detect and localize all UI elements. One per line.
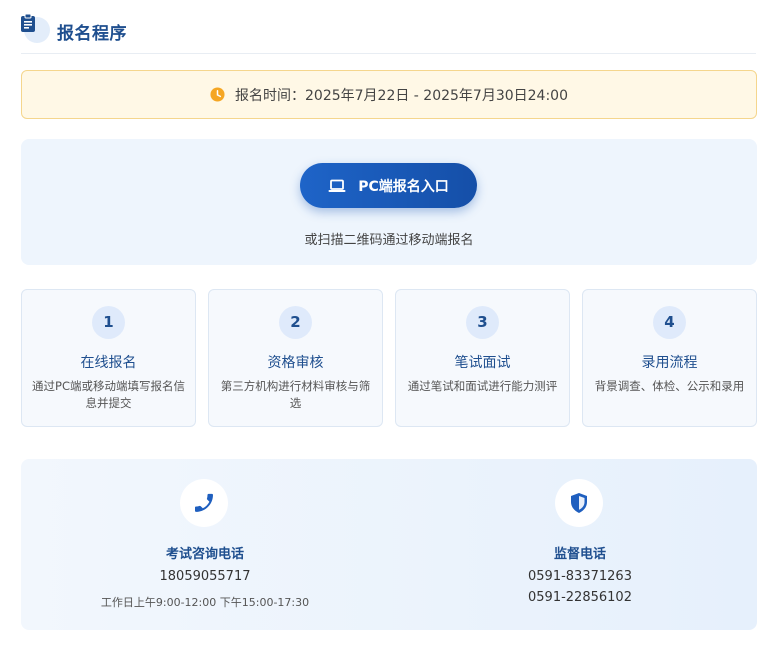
step-number: 3 — [466, 306, 499, 339]
entry-panel: PC端报名入口 或扫描二维码通过移动端报名 — [21, 139, 757, 265]
step-card-2: 2 资格审核 第三方机构进行材料审核与筛选 — [208, 289, 383, 427]
section-header: 报名程序 — [21, 10, 756, 54]
step-title: 资格审核 — [267, 355, 324, 371]
step-description: 背景调查、体检、公示和录用 — [594, 379, 745, 393]
step-description: 通过笔试和面试进行能力测评 — [407, 379, 558, 393]
step-number: 1 — [92, 306, 125, 339]
consult-contact: 考试咨询电话 18059055717 工作日上午9:00-12:00 下午15:… — [21, 459, 389, 630]
consult-phone[interactable]: 18059055717 — [21, 569, 389, 584]
registration-time-text: 报名时间：2025年7月22日 - 2025年7月30日24:00 — [235, 87, 568, 104]
page-title: 报名程序 — [57, 24, 127, 44]
consult-hours: 工作日上午9:00-12:00 下午15:00-17:30 — [100, 596, 310, 609]
step-number: 2 — [279, 306, 312, 339]
pc-registration-label: PC端报名入口 — [358, 178, 449, 195]
contact-panel: 考试咨询电话 18059055717 工作日上午9:00-12:00 下午15:… — [21, 459, 757, 630]
pc-registration-button[interactable]: PC端报名入口 — [300, 163, 477, 208]
laptop-icon — [328, 179, 346, 192]
step-title: 录用流程 — [641, 355, 698, 371]
step-card-3: 3 笔试面试 通过笔试和面试进行能力测评 — [395, 289, 570, 427]
phone-icon-circle — [180, 479, 228, 527]
step-description: 通过PC端或移动端填写报名信息并提交 — [32, 379, 185, 410]
consult-title: 考试咨询电话 — [165, 547, 244, 562]
step-number: 4 — [653, 306, 686, 339]
step-description: 第三方机构进行材料审核与筛选 — [220, 379, 371, 410]
shield-icon — [571, 493, 587, 513]
step-card-1: 1 在线报名 通过PC端或移动端填写报名信息并提交 — [21, 289, 196, 427]
step-title: 笔试面试 — [454, 355, 511, 371]
registration-time-banner: 报名时间：2025年7月22日 - 2025年7月30日24:00 — [21, 70, 757, 119]
clipboard-icon — [21, 13, 35, 32]
phone-icon — [195, 493, 213, 512]
header-icon-wrap — [20, 13, 50, 43]
qr-hint: 或扫描二维码通过移动端报名 — [304, 233, 474, 248]
step-card-4: 4 录用流程 背景调查、体检、公示和录用 — [582, 289, 757, 427]
supervise-contact: 监督电话 0591-83371263 0591-22856102 — [389, 459, 757, 630]
supervise-title: 监督电话 — [553, 547, 606, 562]
shield-icon-circle — [555, 479, 603, 527]
step-title: 在线报名 — [80, 355, 137, 371]
clock-icon — [210, 87, 225, 102]
supervise-phone-2[interactable]: 0591-22856102 — [396, 590, 764, 605]
supervise-phone-1[interactable]: 0591-83371263 — [396, 569, 764, 584]
